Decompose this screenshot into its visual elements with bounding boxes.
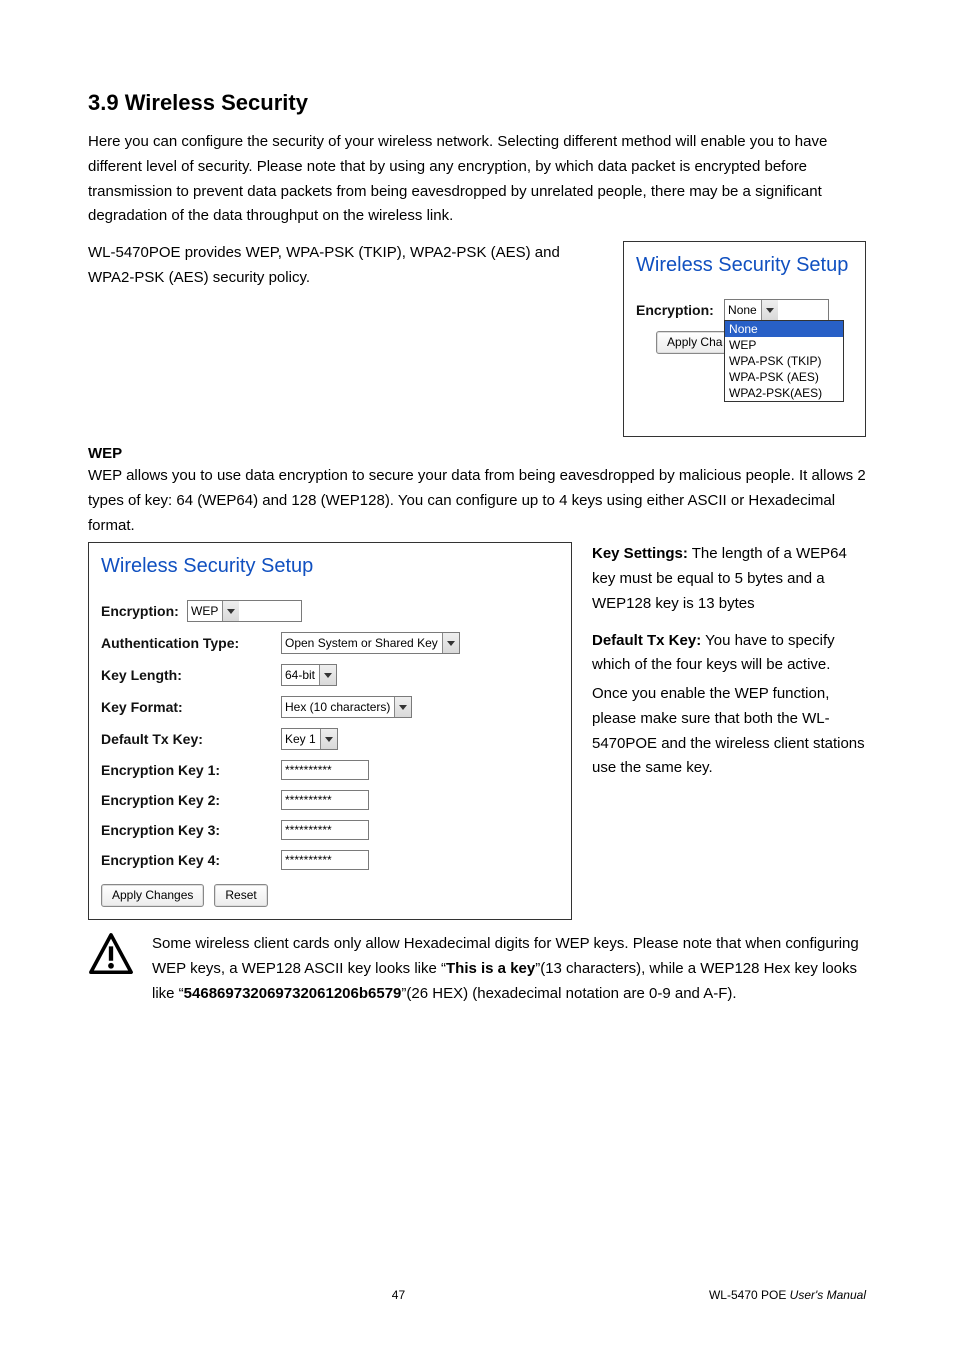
warn-bold-a: This is a key bbox=[446, 960, 535, 977]
figure-security-setup-none: Wireless Security Setup Encryption: None… bbox=[623, 241, 866, 437]
footer-manual: WL-5470 POE User's Manual bbox=[709, 1288, 866, 1302]
default-tx-key-select[interactable]: Key 1 bbox=[281, 728, 338, 750]
dropdown-arrow-icon bbox=[222, 601, 239, 621]
encryption-label: Encryption: bbox=[636, 302, 724, 318]
enc-key2-label: Encryption Key 2: bbox=[101, 792, 281, 808]
default-tx-key-value: Key 1 bbox=[285, 732, 316, 746]
footer-manual-text: User's Manual bbox=[790, 1288, 866, 1302]
default-tx-paragraph: Default Tx Key: You have to specify whic… bbox=[592, 629, 866, 679]
footer-product: WL-5470 POE bbox=[709, 1288, 790, 1302]
enc-key3-label: Encryption Key 3: bbox=[101, 822, 281, 838]
dropdown-arrow-icon bbox=[319, 665, 336, 685]
key-settings-label: Key Settings: bbox=[592, 545, 688, 562]
reset-button[interactable]: Reset bbox=[214, 884, 267, 907]
intro-paragraph: Here you can configure the security of y… bbox=[88, 130, 866, 229]
encryption-select[interactable]: None None WEP WPA-PSK (TKIP) WPA-PSK (AE… bbox=[724, 299, 829, 321]
enc-key1-label: Encryption Key 1: bbox=[101, 762, 281, 778]
key-format-select[interactable]: Hex (10 characters) bbox=[281, 696, 412, 718]
dropdown-arrow-icon bbox=[442, 633, 459, 653]
apply-changes-button-2[interactable]: Apply Changes bbox=[101, 884, 204, 907]
dropdown-arrow-icon bbox=[394, 697, 411, 717]
wep-same-key-note: Once you enable the WEP function, please… bbox=[592, 682, 866, 781]
default-tx-key-label: Default Tx Key: bbox=[101, 731, 281, 747]
figure-security-setup-wep: Wireless Security Setup Encryption: WEP … bbox=[88, 542, 572, 920]
key-length-label: Key Length: bbox=[101, 667, 281, 683]
enc-key4-label: Encryption Key 4: bbox=[101, 852, 281, 868]
apply-changes-button[interactable]: Apply Cha bbox=[656, 331, 733, 354]
warning-icon bbox=[88, 932, 134, 1006]
wep-heading: WEP bbox=[88, 445, 866, 462]
encryption-option-wpa2-aes[interactable]: WPA2-PSK(AES) bbox=[725, 385, 843, 401]
policy-paragraph: WL-5470POE provides WEP, WPA-PSK (TKIP),… bbox=[88, 241, 603, 291]
encryption-option-none[interactable]: None bbox=[725, 321, 843, 337]
enc-key1-input[interactable]: ********** bbox=[281, 760, 369, 780]
dropdown-arrow-icon bbox=[761, 300, 778, 320]
key-length-value: 64-bit bbox=[285, 668, 315, 682]
auth-type-label: Authentication Type: bbox=[101, 635, 281, 651]
warning-paragraph: Some wireless client cards only allow He… bbox=[152, 932, 866, 1006]
default-tx-label-text: Default Tx Key: bbox=[592, 632, 701, 649]
encryption-option-wpa-aes[interactable]: WPA-PSK (AES) bbox=[725, 369, 843, 385]
figure1-title: Wireless Security Setup bbox=[636, 254, 853, 277]
dropdown-arrow-icon bbox=[320, 729, 337, 749]
section-heading: 3.9 Wireless Security bbox=[88, 90, 866, 116]
warn-bold-b: 546869732069732061206b6579 bbox=[184, 985, 402, 1002]
figure2-title: Wireless Security Setup bbox=[101, 555, 559, 578]
page-number: 47 bbox=[88, 1288, 709, 1302]
auth-type-value: Open System or Shared Key bbox=[285, 636, 438, 650]
key-settings-paragraph: Key Settings: The length of a WEP64 key … bbox=[592, 542, 866, 616]
enc-key2-input[interactable]: ********** bbox=[281, 790, 369, 810]
encryption-option-wep[interactable]: WEP bbox=[725, 337, 843, 353]
enc-key3-input[interactable]: ********** bbox=[281, 820, 369, 840]
warn-text-c: ”(26 HEX) (hexadecimal notation are 0-9 … bbox=[401, 985, 736, 1002]
encryption-option-wpa-tkip[interactable]: WPA-PSK (TKIP) bbox=[725, 353, 843, 369]
auth-type-select[interactable]: Open System or Shared Key bbox=[281, 632, 460, 654]
key-format-label: Key Format: bbox=[101, 699, 281, 715]
key-length-select[interactable]: 64-bit bbox=[281, 664, 337, 686]
encryption-dropdown-list: None WEP WPA-PSK (TKIP) WPA-PSK (AES) WP… bbox=[724, 320, 844, 402]
key-format-value: Hex (10 characters) bbox=[285, 700, 390, 714]
encryption-select-2[interactable]: WEP bbox=[187, 600, 302, 622]
encryption-label-2: Encryption: bbox=[101, 603, 187, 619]
enc-key4-input[interactable]: ********** bbox=[281, 850, 369, 870]
encryption-select-value: None bbox=[728, 303, 757, 317]
encryption-select-value-2: WEP bbox=[191, 604, 218, 618]
wep-intro: WEP allows you to use data encryption to… bbox=[88, 464, 866, 538]
